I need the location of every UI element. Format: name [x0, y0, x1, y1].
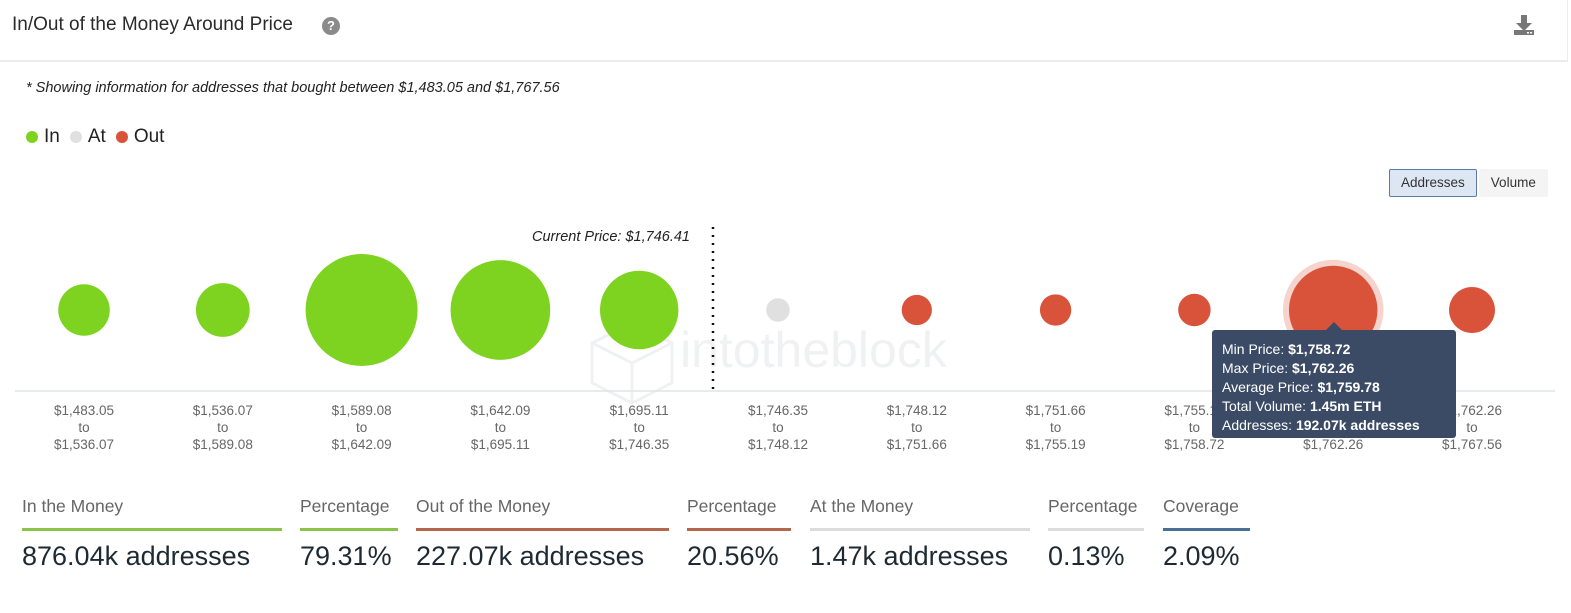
x-tick-label-to: $1,695.11	[471, 437, 530, 452]
x-tick-label-to: $1,751.66	[887, 437, 947, 452]
metric-toggle: Addresses Volume	[1389, 169, 1548, 197]
stat-bar	[1048, 528, 1144, 531]
stat-bar	[1163, 528, 1250, 531]
x-tick-label-to: $1,748.12	[748, 437, 808, 452]
download-icon[interactable]	[1513, 14, 1535, 36]
stat-bar	[810, 528, 1030, 531]
stat-value: 0.13%	[1048, 541, 1125, 571]
stat-label: Percentage	[687, 496, 777, 516]
legend-label-at: At	[87, 126, 106, 147]
x-tick-label-from: $1,695.11	[610, 403, 669, 418]
x-tick-label-to: $1,536.07	[54, 437, 114, 452]
legend-dot-in	[26, 131, 38, 143]
x-tick-label-to: $1,767.56	[1442, 437, 1502, 452]
help-icon[interactable]: ?	[322, 17, 340, 35]
stat-at-percentage: Percentage 0.13%	[1048, 496, 1144, 572]
stat-label: At the Money	[810, 496, 914, 516]
x-tick-label-to-word: to	[356, 420, 367, 435]
x-tick-label-from: $1,483.05	[54, 403, 114, 418]
x-tick-label-to: $1,746.35	[609, 437, 669, 452]
legend-item-at[interactable]: At	[69, 126, 106, 148]
x-tick-label-from: $1,589.08	[332, 403, 392, 418]
x-tick-label-to-word: to	[772, 420, 783, 435]
stat-in-percentage: Percentage 79.31%	[300, 496, 398, 572]
x-tick-label-from: $1,748.12	[887, 403, 947, 418]
stat-value: 2.09%	[1163, 541, 1240, 571]
stat-value: 79.31%	[300, 541, 392, 571]
stat-bar	[687, 528, 791, 531]
stat-label: Out of the Money	[416, 496, 551, 516]
x-tick-label-to-word: to	[1050, 420, 1061, 435]
x-tick-label-to: $1,755.19	[1026, 437, 1086, 452]
range-note: * Showing information for addresses that…	[26, 80, 560, 96]
x-tick-label-from: $1,642.09	[470, 403, 530, 418]
bubble-in[interactable]	[450, 260, 551, 360]
bubble-in[interactable]	[305, 254, 418, 366]
legend-item-in[interactable]: In	[26, 126, 60, 148]
legend-item-out[interactable]: Out	[115, 126, 165, 148]
x-tick-label-to: $1,589.08	[193, 437, 253, 452]
stat-label: Percentage	[1048, 496, 1138, 516]
stat-out-percentage: Percentage 20.56%	[687, 496, 791, 572]
x-tick-label-to-word: to	[911, 420, 922, 435]
x-tick-label-from: $1,746.35	[748, 403, 808, 418]
x-tick-label-to-word: to	[1189, 420, 1200, 435]
stat-coverage: Coverage 2.09%	[1163, 496, 1250, 572]
addresses-button[interactable]: Addresses	[1389, 169, 1477, 197]
stat-label: Coverage	[1163, 496, 1239, 516]
x-tick-label-from: $1,536.07	[193, 403, 253, 418]
bubble-out[interactable]	[1449, 287, 1495, 333]
x-tick-label-to-word: to	[1466, 420, 1477, 435]
tooltip-min-price: Min Price: $1,758.72	[1222, 341, 1351, 357]
stat-value: 1.47k addresses	[810, 541, 1009, 571]
legend-dot-out	[115, 131, 128, 143]
x-tick-label-to: $1,762.26	[1303, 437, 1363, 452]
chart-legend: In At Out	[26, 126, 174, 148]
x-tick-label-to-word: to	[78, 420, 89, 435]
widget-header: In/Out of the Money Around Price ?	[0, 0, 1568, 62]
stat-in-the-money: In the Money 876.04k addresses	[22, 496, 282, 572]
bubble-at[interactable]	[766, 298, 790, 322]
stat-bar	[300, 528, 398, 531]
volume-button[interactable]: Volume	[1478, 169, 1548, 197]
legend-label-in: In	[44, 126, 60, 147]
stat-value: 20.56%	[687, 541, 779, 571]
stat-bar	[22, 528, 282, 531]
bubble-in[interactable]	[195, 283, 250, 337]
legend-dot-at	[69, 131, 82, 143]
bubble-tooltip: Min Price: $1,758.72 Max Price: $1,762.2…	[1212, 322, 1456, 438]
bubble-out[interactable]	[901, 294, 932, 326]
stat-label: Percentage	[300, 496, 390, 516]
legend-label-out: Out	[133, 126, 165, 147]
stat-label: In the Money	[22, 496, 124, 516]
tooltip-total-volume: Total Volume: 1.45m ETH	[1222, 398, 1382, 414]
widget-title: In/Out of the Money Around Price	[12, 14, 293, 35]
stat-value: 876.04k addresses	[22, 541, 251, 571]
stat-at-the-money: At the Money 1.47k addresses	[810, 496, 1030, 572]
x-tick-label-to-word: to	[634, 420, 645, 435]
tooltip-max-price: Max Price: $1,762.26	[1222, 360, 1355, 376]
current-price-label: Current Price: $1,746.41	[532, 229, 690, 245]
tooltip-avg-price: Average Price: $1,759.78	[1222, 379, 1380, 395]
bubble-in[interactable]	[58, 284, 110, 336]
watermark-text: intotheblock	[680, 322, 948, 378]
x-tick-label-to-word: to	[495, 420, 506, 435]
bubble-in[interactable]	[600, 270, 679, 350]
stat-bar	[416, 528, 669, 531]
x-tick-label-from: $1,751.66	[1026, 403, 1086, 418]
bubble-out[interactable]	[1178, 293, 1211, 327]
bubble-out[interactable]	[1039, 294, 1072, 326]
stat-out-of-the-money: Out of the Money 227.07k addresses	[416, 496, 669, 572]
x-tick-label-to-word: to	[217, 420, 228, 435]
x-tick-label-to: $1,642.09	[332, 437, 392, 452]
x-tick-label-to: $1,758.72	[1164, 437, 1224, 452]
tooltip-addresses: Addresses: 192.07k addresses	[1222, 417, 1420, 433]
stat-value: 227.07k addresses	[416, 541, 645, 571]
